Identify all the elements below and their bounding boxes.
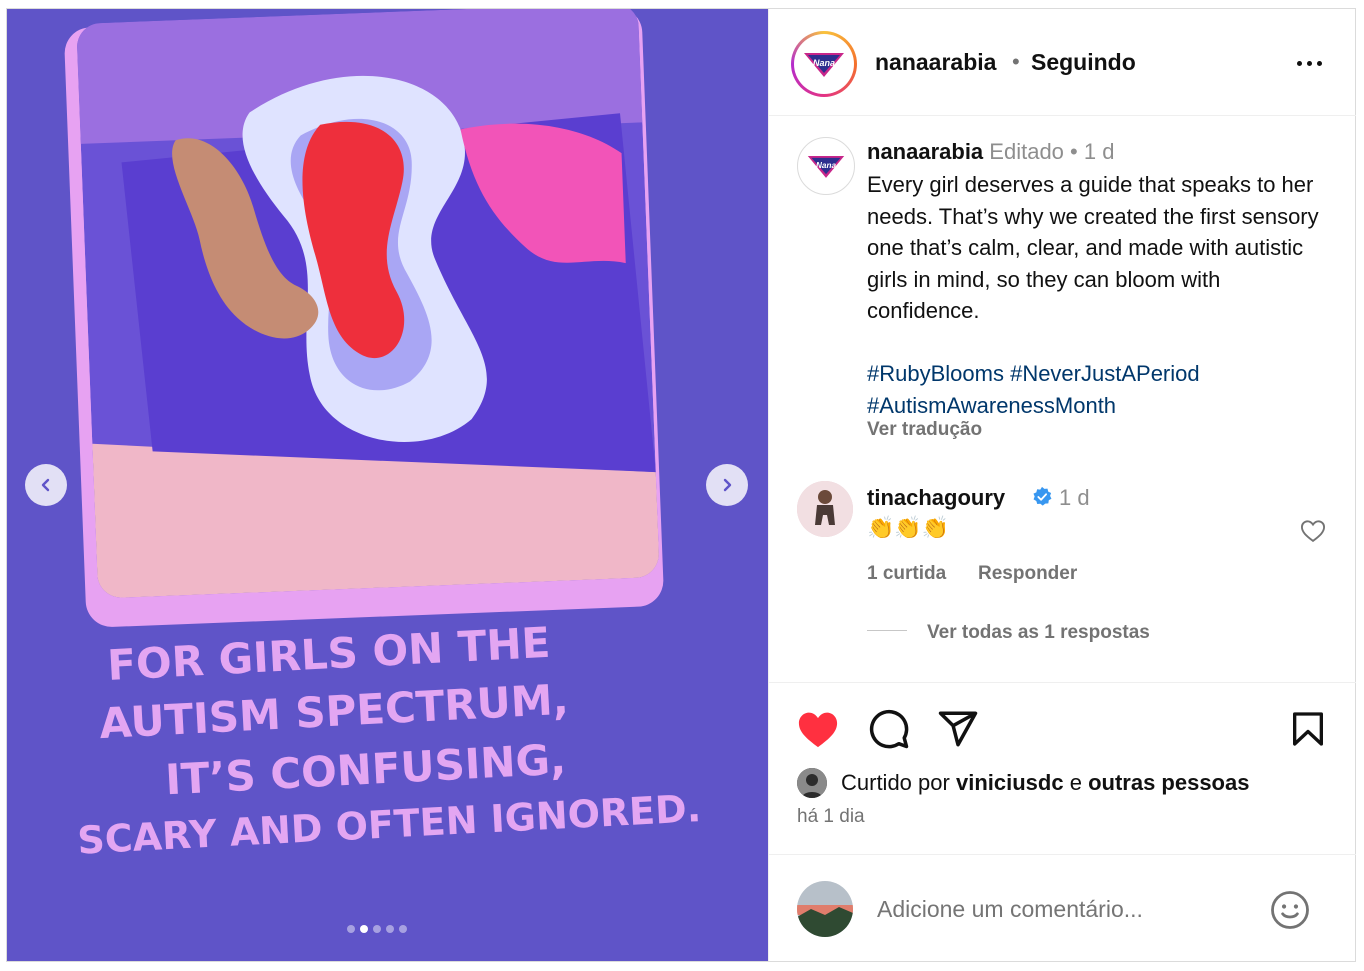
like-button[interactable] [795,706,841,752]
chevron-left-icon [41,478,50,492]
caption-text: Every girl deserves a guide that speaks … [867,172,1319,323]
carousel-prev-button[interactable] [25,464,67,506]
see-translation-link[interactable]: Ver tradução [867,419,982,441]
post-date[interactable]: há 1 dia [797,806,865,828]
more-dot-icon [1316,60,1322,66]
hashtag-link[interactable]: #NeverJustAPeriod [1010,361,1200,386]
landscape-avatar-icon [797,881,853,937]
paper-plane-icon [938,711,978,747]
person-avatar-icon [797,768,827,798]
nana-logo-icon: Nana [804,53,844,77]
nana-logo-icon: Nana [807,156,845,178]
liked-user-link[interactable]: viniciusdc [956,770,1064,796]
liker-avatar[interactable] [797,768,827,798]
carousel-next-button[interactable] [706,464,748,506]
caption-username[interactable]: nanaarabia [867,139,983,164]
more-dot-icon [1306,60,1312,66]
reply-button[interactable]: Responder [978,563,1077,585]
verified-badge-icon [1033,486,1052,506]
replies-divider [867,630,907,631]
carousel-indicator [347,925,407,933]
more-options-button[interactable] [1289,51,1329,75]
carousel-dot [386,925,394,933]
carousel-dot [347,925,355,933]
edited-label: Editado [989,139,1064,164]
actions-divider [769,682,1356,684]
hashtag-link[interactable]: #AutismAwarenessMonth [867,393,1116,418]
caption-dot: • [1070,139,1078,164]
add-comment-input[interactable] [875,895,1259,924]
carousel-dot [373,925,381,933]
current-user-avatar [797,881,853,937]
header-separator: • [1012,49,1020,74]
bookmark-icon [1293,712,1323,746]
caption-avatar[interactable]: Nana [797,137,855,195]
liked-by: Curtido por viniciusdc e outras pessoas [797,767,1249,799]
svg-text:Nana: Nana [816,161,836,170]
post-photo [76,9,660,599]
comment-time: 1 d [1059,485,1090,510]
person-avatar-icon [797,481,853,537]
caption-header: nanaarabia Editado • 1 d [867,139,1114,165]
comment-bubble-icon [869,709,909,749]
comment-username[interactable]: tinachagoury [867,485,1005,511]
post-header: Nana nanaarabia • Seguindo [769,9,1356,116]
hashtag-link[interactable]: #RubyBlooms [867,361,1004,386]
photo-illustration [76,9,660,599]
comment-avatar[interactable] [797,481,853,537]
chevron-right-icon [723,478,732,492]
headline: For girls on the autism spectrum, it’s c… [76,618,717,863]
liked-prefix: Curtido por [841,770,950,795]
brand-logo: Nana [798,38,850,90]
post-media[interactable]: For girls on the autism spectrum, it’s c… [7,9,768,961]
liked-and: e [1069,770,1082,795]
header-username[interactable]: nanaarabia [875,49,996,76]
carousel-dot [399,925,407,933]
svg-text:Nana: Nana [813,58,835,68]
view-replies-link[interactable]: Ver todas as 1 respostas [927,622,1150,644]
post-side-panel: Nana nanaarabia • Seguindo Nana nanaarab… [768,9,1356,961]
liked-others-link[interactable]: outras pessoas [1088,770,1249,796]
more-dot-icon [1296,60,1302,66]
comment-button[interactable] [866,706,912,752]
save-button[interactable] [1285,706,1331,752]
story-ring-avatar[interactable]: Nana [791,31,857,97]
carousel-dot-active [360,925,368,933]
comment-likes-count[interactable]: 1 curtida [867,563,946,585]
comment-like-heart-icon[interactable] [1299,517,1327,545]
share-button[interactable] [935,706,981,752]
emoji-smiley-icon[interactable] [1269,889,1311,931]
following-button[interactable]: Seguindo [1031,49,1136,76]
heart-filled-icon [798,712,838,748]
comment-text: 👏👏👏 [867,515,950,540]
add-comment-bar [769,854,1356,962]
caption-time[interactable]: 1 d [1084,139,1115,164]
hashtags: #RubyBlooms #NeverJustAPeriod #AutismAwa… [867,358,1337,421]
